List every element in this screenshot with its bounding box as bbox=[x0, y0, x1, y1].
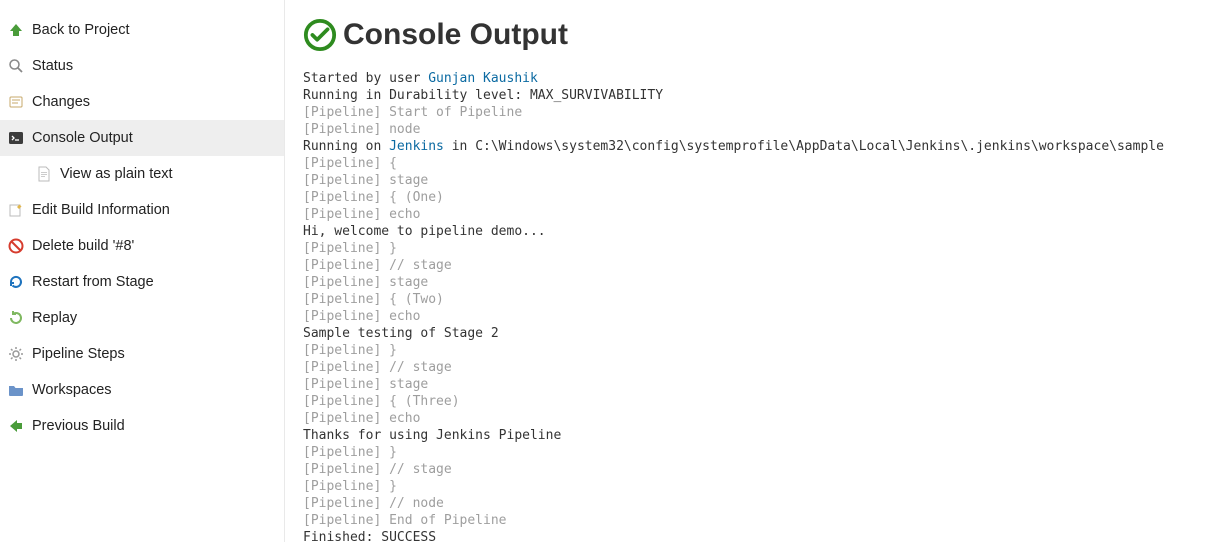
doc-icon bbox=[36, 166, 52, 182]
line-running: Running on Jenkins in C:\Windows\system3… bbox=[303, 139, 1164, 154]
line-pl-end-stage2: [Pipeline] // stage bbox=[303, 360, 452, 375]
line-pl-end-node: [Pipeline] // node bbox=[303, 496, 444, 511]
line-msg-two: Sample testing of Stage 2 bbox=[303, 326, 499, 341]
folder-icon bbox=[8, 382, 24, 398]
nodelete-icon bbox=[8, 238, 24, 254]
line-pl-close: [Pipeline] } bbox=[303, 241, 397, 256]
nav-workspaces-label: Workspaces bbox=[32, 382, 112, 398]
nav-workspaces[interactable]: Workspaces bbox=[0, 372, 284, 408]
line-pl-open-one: [Pipeline] { (One) bbox=[303, 190, 444, 205]
nav-back[interactable]: Back to Project bbox=[0, 12, 284, 48]
line-pl-open-three: [Pipeline] { (Three) bbox=[303, 394, 460, 409]
line-pl-stage3: [Pipeline] stage bbox=[303, 377, 428, 392]
line-pl-echo3: [Pipeline] echo bbox=[303, 411, 420, 426]
line-finished: Finished: SUCCESS bbox=[303, 530, 436, 542]
line-pl-echo: [Pipeline] echo bbox=[303, 207, 420, 222]
left-green-icon bbox=[8, 418, 24, 434]
changes-icon bbox=[8, 94, 24, 110]
line-started: Started by user Gunjan Kaushik bbox=[303, 71, 538, 86]
line-pl-echo2: [Pipeline] echo bbox=[303, 309, 420, 324]
nav-console[interactable]: Console Output bbox=[0, 120, 284, 156]
nav-status[interactable]: Status bbox=[0, 48, 284, 84]
nav-previous[interactable]: Previous Build bbox=[0, 408, 284, 444]
nav-plain-label: View as plain text bbox=[60, 166, 173, 182]
sidebar: Back to Project Status Changes Console Outp… bbox=[0, 0, 285, 542]
line-pl-close4: [Pipeline] } bbox=[303, 479, 397, 494]
nav-status-label: Status bbox=[32, 58, 73, 74]
line-pl-open-two: [Pipeline] { (Two) bbox=[303, 292, 444, 307]
line-pl-end-stage: [Pipeline] // stage bbox=[303, 258, 452, 273]
up-green-icon bbox=[8, 22, 24, 38]
console-output: Started by user Gunjan Kaushik Running i… bbox=[303, 70, 1212, 542]
nav-previous-label: Previous Build bbox=[32, 418, 125, 434]
line-pl-end-stage3: [Pipeline] // stage bbox=[303, 462, 452, 477]
line-pl-stage2: [Pipeline] stage bbox=[303, 275, 428, 290]
redo-icon bbox=[8, 310, 24, 326]
main-panel: Console Output Started by user Gunjan Ka… bbox=[285, 0, 1230, 542]
nav-steps-label: Pipeline Steps bbox=[32, 346, 125, 362]
line-pl-node: [Pipeline] node bbox=[303, 122, 420, 137]
nav-replay-label: Replay bbox=[32, 310, 77, 326]
user-link[interactable]: Gunjan Kaushik bbox=[428, 71, 538, 86]
page-header: Console Output bbox=[303, 18, 1212, 52]
edit-icon bbox=[8, 202, 24, 218]
nav-restart-label: Restart from Stage bbox=[32, 274, 154, 290]
line-pl-stage: [Pipeline] stage bbox=[303, 173, 428, 188]
nav-steps[interactable]: Pipeline Steps bbox=[0, 336, 284, 372]
nav-back-label: Back to Project bbox=[32, 22, 130, 38]
nav-console-label: Console Output bbox=[32, 130, 133, 146]
nav-edit-label: Edit Build Information bbox=[32, 202, 170, 218]
nav-delete[interactable]: Delete build '#8' bbox=[0, 228, 284, 264]
nav-delete-label: Delete build '#8' bbox=[32, 238, 134, 254]
line-pl-close3: [Pipeline] } bbox=[303, 445, 397, 460]
nav-changes-label: Changes bbox=[32, 94, 90, 110]
line-pl-close2: [Pipeline] } bbox=[303, 343, 397, 358]
nav-replay[interactable]: Replay bbox=[0, 300, 284, 336]
page-title: Console Output bbox=[343, 18, 568, 52]
success-icon bbox=[303, 18, 337, 52]
nav-edit[interactable]: Edit Build Information bbox=[0, 192, 284, 228]
line-pl-end-pipeline: [Pipeline] End of Pipeline bbox=[303, 513, 507, 528]
gear-icon bbox=[8, 346, 24, 362]
line-msg-one: Hi, welcome to pipeline demo... bbox=[303, 224, 546, 239]
line-msg-three: Thanks for using Jenkins Pipeline bbox=[303, 428, 561, 443]
nav-plain[interactable]: View as plain text bbox=[0, 156, 284, 192]
line-durability: Running in Durability level: MAX_SURVIVA… bbox=[303, 88, 663, 103]
line-pl-start: [Pipeline] Start of Pipeline bbox=[303, 105, 522, 120]
jenkins-link[interactable]: Jenkins bbox=[389, 139, 444, 154]
search-icon bbox=[8, 58, 24, 74]
nav-restart[interactable]: Restart from Stage bbox=[0, 264, 284, 300]
terminal-icon bbox=[8, 130, 24, 146]
nav-changes[interactable]: Changes bbox=[0, 84, 284, 120]
line-pl-open: [Pipeline] { bbox=[303, 156, 397, 171]
refresh-icon bbox=[8, 274, 24, 290]
